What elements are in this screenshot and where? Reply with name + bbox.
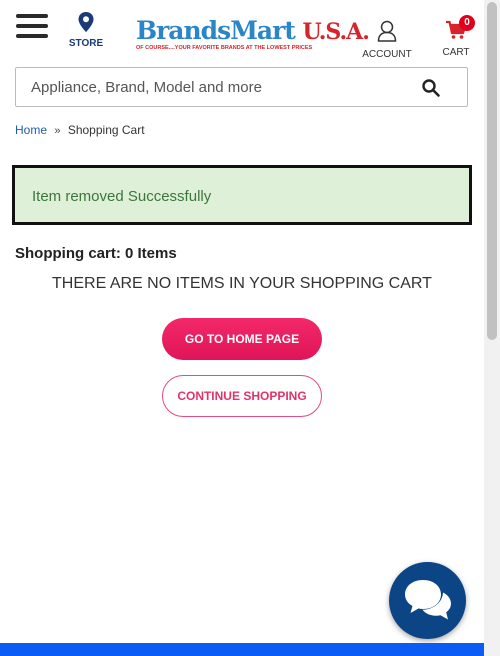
store-label: STORE [68,38,104,49]
breadcrumb: Home » Shopping Cart [15,123,145,137]
go-to-home-page-button[interactable]: GO TO HOME PAGE [162,318,322,360]
breadcrumb-separator: » [54,125,61,137]
store-locator-link[interactable]: STORE [66,12,106,49]
cart-label: CART [442,47,470,58]
chat-button[interactable] [389,562,466,639]
logo-usa: U.S.A. [302,19,370,45]
chat-icon [405,580,451,620]
continue-shopping-button[interactable]: CONTINUE SHOPPING [162,375,322,417]
empty-cart-message: THERE ARE NO ITEMS IN YOUR SHOPPING CART [52,275,432,292]
search-input[interactable] [16,68,406,106]
menu-icon[interactable] [16,14,48,42]
cart-link[interactable]: 0 CART [438,15,475,58]
cart-count-badge: 0 [459,15,475,31]
success-alert: Item removed Successfully [12,165,472,225]
logo-tagline: OF COURSE....YOUR FAVORITE BRANDS AT THE… [136,45,313,51]
search-icon[interactable] [421,78,441,98]
footer-bar [0,643,484,656]
user-icon [377,20,397,42]
account-label: ACCOUNT [362,49,412,60]
breadcrumb-current: Shopping Cart [67,123,145,137]
site-header: STORE BrandsMart U.S.A. OF COURSE....YOU… [0,0,484,62]
search-bar [15,67,468,107]
scrollbar-thumb[interactable] [487,2,497,340]
page-scrollbar[interactable] [484,0,500,656]
brandsmart-logo[interactable]: BrandsMart U.S.A. OF COURSE....YOUR FAVO… [136,16,370,54]
alert-message: Item removed Successfully [32,188,212,205]
logo-brand: BrandsMart [136,16,296,45]
breadcrumb-home-link[interactable]: Home [15,123,47,137]
location-pin-icon [78,12,94,32]
account-link[interactable]: ACCOUNT [362,20,412,60]
cart-title: Shopping cart: 0 Items [15,245,177,262]
